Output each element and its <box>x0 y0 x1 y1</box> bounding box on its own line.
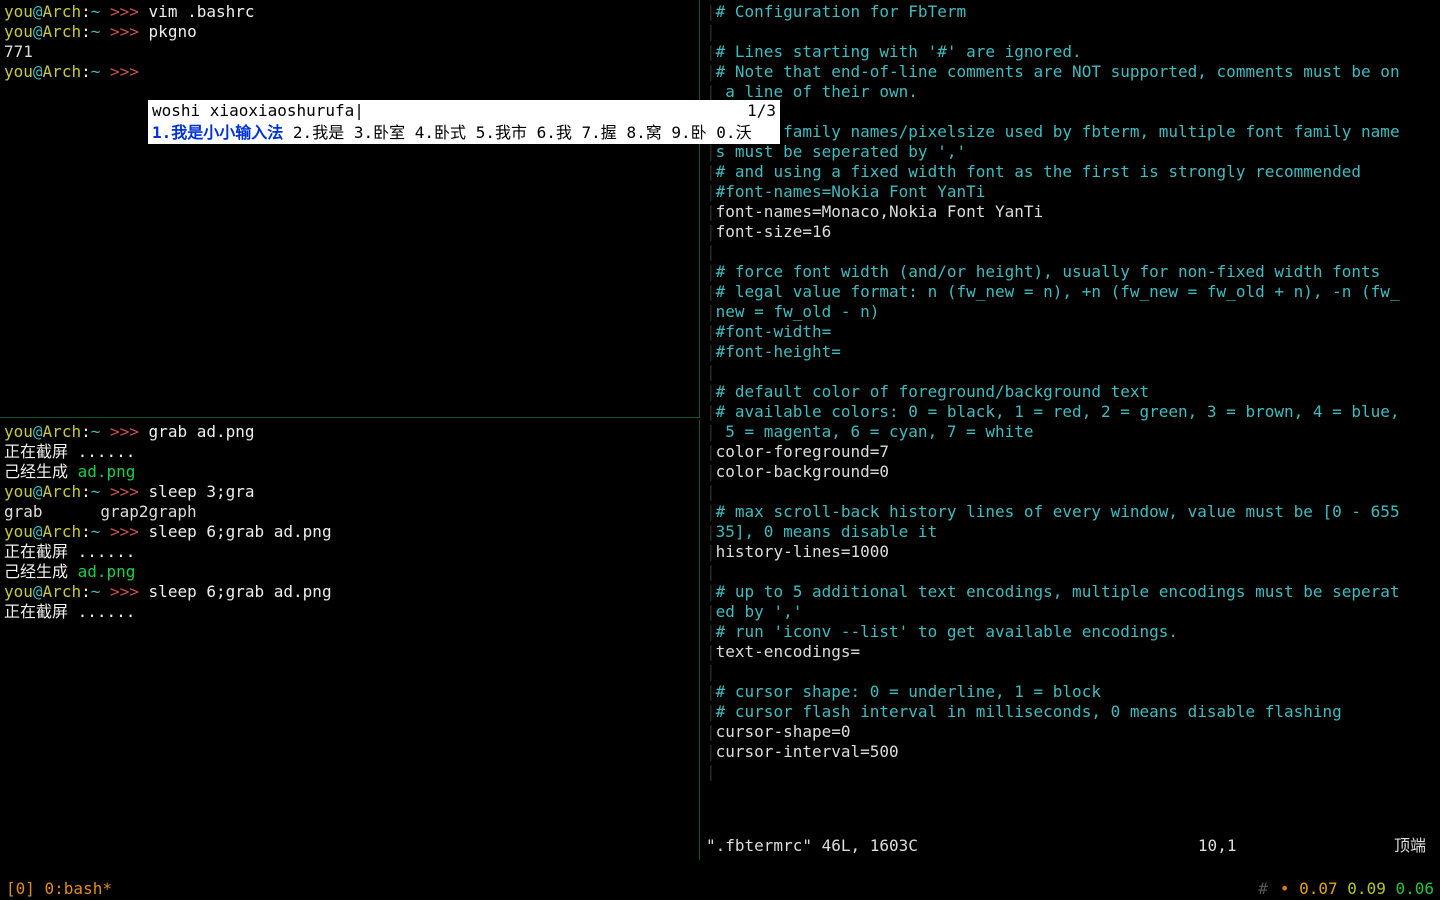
vim-line: # and using a fixed width font as the fi… <box>716 162 1361 181</box>
vim-line: font-names=Monaco,Nokia Font YanTi <box>716 202 1044 221</box>
ime-candidate[interactable]: 3.卧室 <box>354 123 405 142</box>
vim-file-info: ".fbtermrc" 46L, 1603C <box>706 836 918 856</box>
status-hash-icon: # <box>1258 879 1268 899</box>
vim-line: # legal value format: n (fw_new = n), +n… <box>716 282 1400 301</box>
load-averages: • 0.07 0.09 0.06 <box>1280 879 1434 899</box>
output-line: 正在截屏 ...... <box>4 442 695 462</box>
vim-line: # font family names/pixelsize used by fb… <box>716 122 1400 141</box>
tmux-pane-top-left[interactable]: you@Arch:~ >>> vim .bashrcyou@Arch:~ >>>… <box>0 0 700 418</box>
terminal-screen: you@Arch:~ >>> vim .bashrcyou@Arch:~ >>>… <box>0 0 1440 900</box>
ime-candidate[interactable]: 9.卧 <box>671 123 706 142</box>
load-15: 0.06 <box>1395 879 1434 898</box>
output-line: 己经生成 ad.png <box>4 562 695 582</box>
vim-line: font-size=16 <box>716 222 832 241</box>
vim-line: # run 'iconv --list' to get available en… <box>716 622 1178 641</box>
vim-line: ed by ',' <box>716 602 803 621</box>
vim-line: # Lines starting with '#' are ignored. <box>716 42 1082 61</box>
dot-icon: • <box>1280 879 1290 898</box>
ime-page-indicator: 1/3 <box>747 100 776 122</box>
vim-line: history-lines=1000 <box>716 542 889 561</box>
tmux-pane-right-vim[interactable]: |# Configuration for FbTerm||# Lines sta… <box>702 0 1440 860</box>
ime-candidate[interactable]: 0.沃 <box>716 123 751 142</box>
ime-candidate[interactable]: 5.我市 <box>476 123 527 142</box>
load-1: 0.07 <box>1299 879 1338 898</box>
vim-line: #font-width= <box>716 322 832 341</box>
vim-line: #font-names=Nokia Font YanTi <box>716 182 986 201</box>
output-line: 己经生成 ad.png <box>4 462 695 482</box>
ime-candidate[interactable]: 7.握 <box>582 123 617 142</box>
vim-line: # max scroll-back history lines of every… <box>716 502 1400 521</box>
vim-scroll-pct: 顶端 <box>1394 836 1436 856</box>
prompt-line: you@Arch:~ >>> sleep 3;gra <box>4 482 695 502</box>
vim-line: cursor-shape=0 <box>716 722 851 741</box>
vim-line: 5 = magenta, 6 = cyan, 7 = white <box>716 422 1034 441</box>
vim-line: # available colors: 0 = black, 1 = red, … <box>716 402 1400 421</box>
vim-line: 35], 0 means disable it <box>716 522 938 541</box>
ime-input-text: woshi xiaoxiaoshurufa <box>152 100 364 122</box>
vim-line: new = fw_old - n) <box>716 302 880 321</box>
tmux-status-bar: [0] 0:bash* # • 0.07 0.09 0.06 <box>0 878 1440 900</box>
output-line: grab grap2graph <box>4 502 695 522</box>
ime-candidate[interactable]: 4.卧式 <box>415 123 466 142</box>
vim-line: s must be seperated by ',' <box>716 142 966 161</box>
vim-line: # force font width (and/or height), usua… <box>716 262 1381 281</box>
tmux-status-right: # • 0.07 0.09 0.06 <box>1258 879 1434 899</box>
vim-cursor-pos: 10,1 <box>1198 836 1237 856</box>
vim-line: # cursor flash interval in milliseconds,… <box>716 702 1342 721</box>
prompt-line: you@Arch:~ >>> sleep 6;grab ad.png <box>4 582 695 602</box>
ime-candidate-list[interactable]: 1.我是小小输入法 2.我是 3.卧室 4.卧式 5.我市 6.我 7.握 8.… <box>152 122 776 144</box>
output-line: 771 <box>4 42 695 62</box>
vim-line: color-foreground=7 <box>716 442 889 461</box>
tmux-session-info: [0] 0:bash* <box>6 879 112 899</box>
vim-line: #font-height= <box>716 342 841 361</box>
vim-line: cursor-interval=500 <box>716 742 899 761</box>
vim-line: text-encodings= <box>716 642 861 661</box>
prompt-line: you@Arch:~ >>> sleep 6;grab ad.png <box>4 522 695 542</box>
vim-line: color-background=0 <box>716 462 889 481</box>
prompt-line: you@Arch:~ >>> grab ad.png <box>4 422 695 442</box>
output-line: 正在截屏 ...... <box>4 542 695 562</box>
load-5: 0.09 <box>1347 879 1386 898</box>
vim-line: a line of their own. <box>716 82 918 101</box>
prompt-line: you@Arch:~ >>> <box>4 62 695 82</box>
tmux-pane-bottom-left[interactable]: you@Arch:~ >>> grab ad.png正在截屏 ......己经生… <box>0 420 700 860</box>
ime-candidate-box[interactable]: woshi xiaoxiaoshurufa 1/3 1.我是小小输入法 2.我是… <box>148 100 780 144</box>
vim-line: # default color of foreground/background… <box>716 382 1149 401</box>
vim-line: # Configuration for FbTerm <box>716 2 966 21</box>
prompt-line: you@Arch:~ >>> pkgno <box>4 22 695 42</box>
vim-line: # up to 5 additional text encodings, mul… <box>716 582 1400 601</box>
prompt-line: you@Arch:~ >>> vim .bashrc <box>4 2 695 22</box>
vim-line: # Note that end-of-line comments are NOT… <box>716 62 1400 81</box>
output-line: 正在截屏 ...... <box>4 602 695 622</box>
ime-candidate[interactable]: 8.窝 <box>626 123 661 142</box>
ime-candidate[interactable]: 6.我 <box>537 123 572 142</box>
vim-status-line: ".fbtermrc" 46L, 1603C 10,1 顶端 <box>702 836 1440 856</box>
ime-candidate[interactable]: 1.我是小小输入法 <box>152 123 283 142</box>
vim-line: # cursor shape: 0 = underline, 1 = block <box>716 682 1101 701</box>
ime-candidate[interactable]: 2.我是 <box>293 123 344 142</box>
